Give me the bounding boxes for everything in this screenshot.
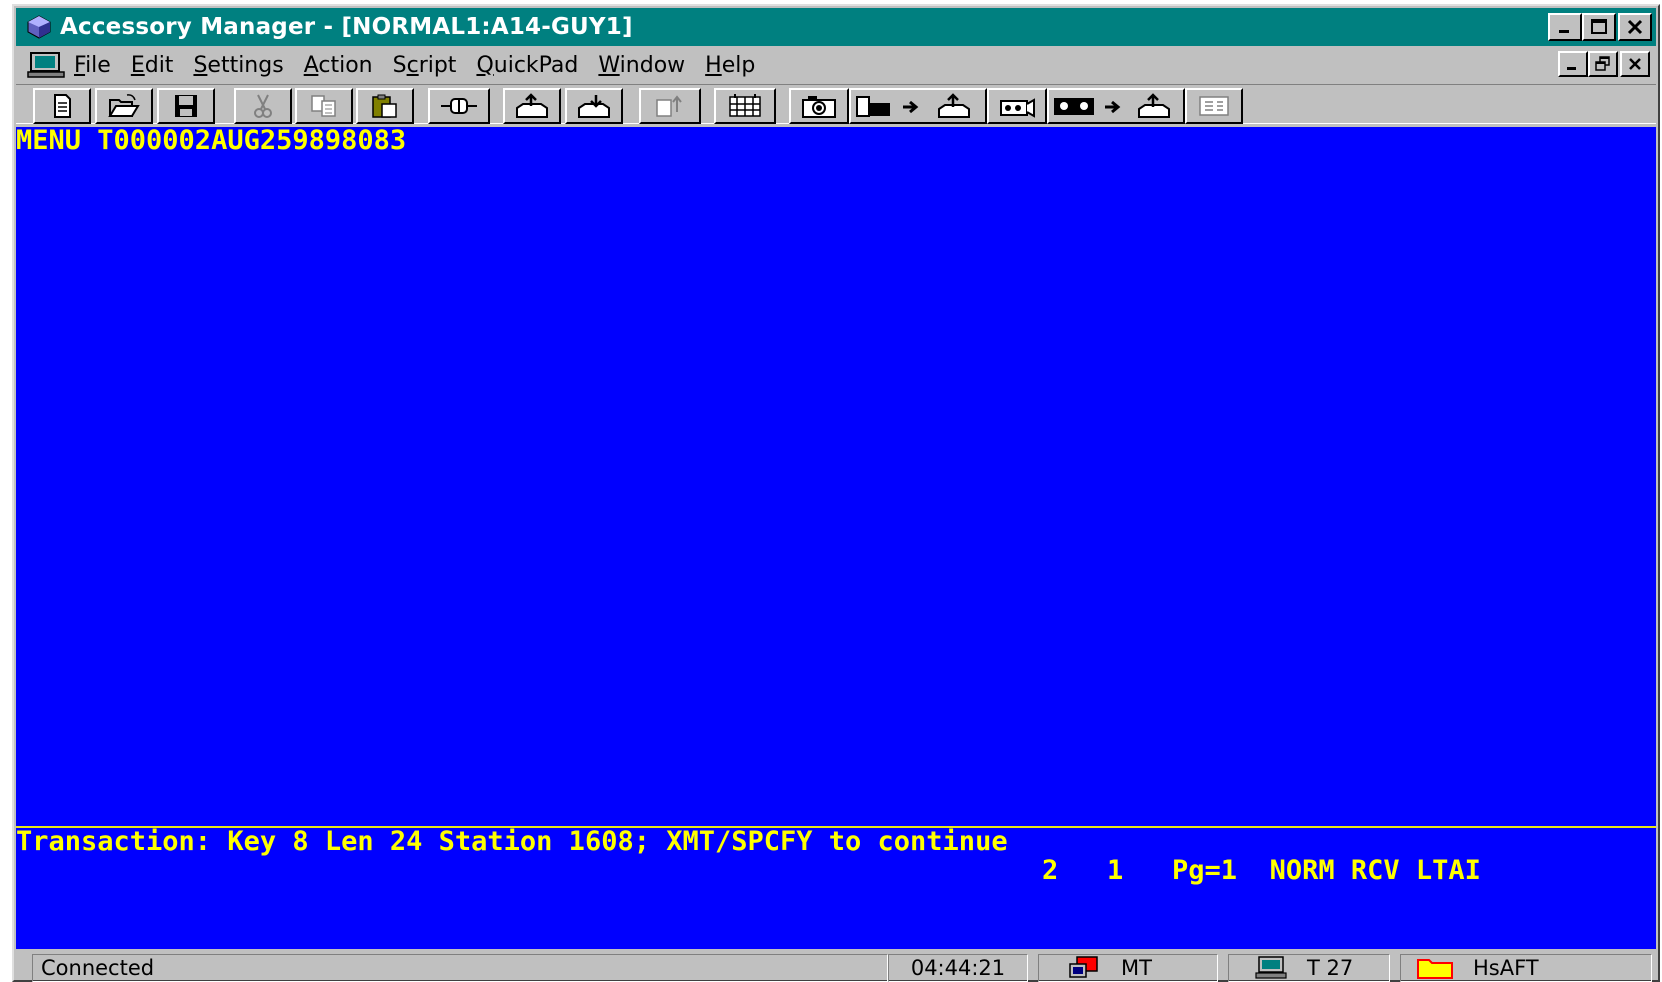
clipboard-icon [372,94,397,118]
inbox-tray-icon [578,95,610,118]
paste-button[interactable] [356,88,414,124]
terminal-header-line: MENU T000002AUG259898083 [16,125,407,156]
mdi-minimize-button[interactable] [1558,51,1588,77]
mdi-restore-button[interactable] [1588,51,1618,77]
save-button[interactable] [157,88,215,124]
app-gem-icon[interactable] [22,12,56,42]
terminal-status-line: 2 1 Pg=1 NORM RCV LTAI [1042,855,1481,886]
scissors-icon [254,94,272,118]
transaction-line: Transaction: Key 8 Len 24 Station 1608; … [16,826,1008,857]
close-icon [1627,19,1643,35]
mdi-close-button[interactable] [1620,51,1650,77]
title-bar[interactable]: Accessory Manager - [NORMAL1:A14-GUY1] [16,8,1656,46]
receive-tray-button[interactable] [565,88,623,124]
computer-icon [1253,955,1289,981]
terminal-id-panel: T 27 [1228,954,1390,982]
printer-to-tray-icon [856,93,970,118]
folder-icon [1415,956,1455,980]
open-folder-icon [108,94,140,117]
keyboard-map-button[interactable] [714,88,776,124]
close-button[interactable] [1618,13,1652,41]
grid-panel-icon [1199,96,1229,116]
outbox-tray-icon [516,93,548,118]
document-icon [54,94,71,118]
menu-script[interactable]: Script [393,53,457,78]
record-button[interactable] [987,88,1047,124]
application-window: Accessory Manager - [NORMAL1:A14-GUY1] F… [12,4,1660,982]
clock-panel: 04:44:21 [888,954,1028,982]
keyboard-grid-icon [729,94,761,117]
maximize-button[interactable] [1582,13,1616,41]
minimize-icon [1559,30,1569,33]
menu-file[interactable]: File [74,53,111,78]
new-document-button[interactable] [33,88,91,124]
open-folder-button[interactable] [95,88,153,124]
menu-quickpad[interactable]: QuickPad [476,53,578,78]
session-panel: HsAFT [1400,954,1652,982]
toolbar [16,84,1656,124]
mdi-close-icon [1629,58,1641,70]
connect-button[interactable] [428,88,490,124]
grid-view-button[interactable] [1185,88,1243,124]
window-title: Accessory Manager - [NORMAL1:A14-GUY1] [60,14,633,40]
camera-icon [802,96,836,118]
mdi-restore-icon [1595,56,1610,71]
file-transfer-icon [656,95,682,117]
video-camera-icon [1000,98,1035,118]
plug-connector-icon [441,98,477,114]
mode-panel: MT [1038,954,1218,982]
floppy-disk-icon [175,95,197,117]
menu-window[interactable]: Window [598,53,685,78]
menu-bar: File Edit Settings Action Script QuickPa… [16,48,1656,82]
transfer-file-button[interactable] [639,88,701,124]
network-terminal-icon [1067,955,1103,981]
menu-help[interactable]: Help [705,53,755,78]
cut-button[interactable] [234,88,292,124]
print-to-tray-button[interactable] [849,88,987,124]
capture-screen-button[interactable] [789,88,849,124]
terminal-computer-icon[interactable] [24,50,68,80]
minimize-button[interactable] [1548,13,1582,41]
terminal-screen[interactable]: MENU T000002AUG259898083 Transaction: Ke… [16,125,1656,949]
tape-to-tray-button[interactable] [1047,88,1185,124]
copy-button[interactable] [295,88,353,124]
send-tray-button[interactable] [503,88,561,124]
connection-status: Connected [32,954,888,982]
menu-settings[interactable]: Settings [193,53,283,78]
cassette-to-tray-icon [1054,93,1170,118]
menu-edit[interactable]: Edit [131,53,174,78]
status-bar: Connected 04:44:21 MT T 27 HsAFT [16,951,1656,982]
maximize-icon [1591,19,1607,34]
copy-icon [311,95,336,117]
menu-action[interactable]: Action [304,53,373,78]
mdi-minimize-icon [1567,67,1576,70]
